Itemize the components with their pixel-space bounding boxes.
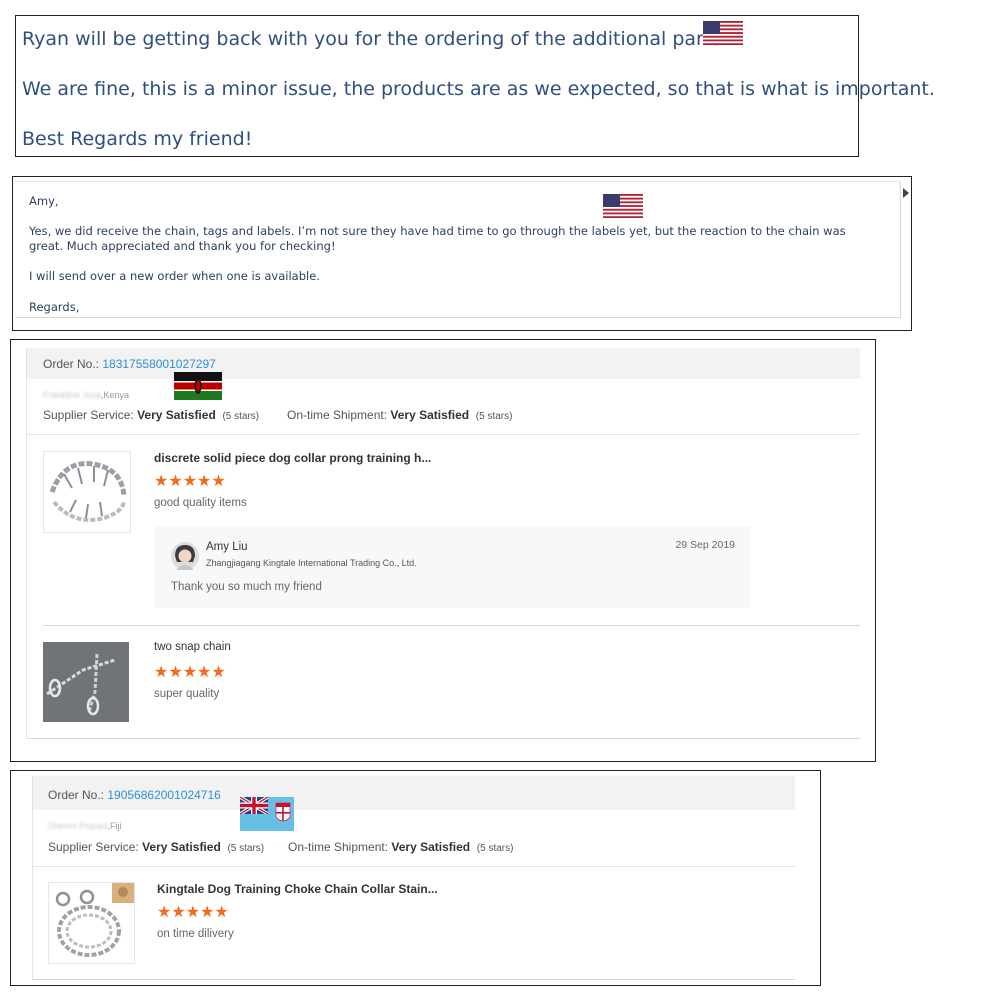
product-title[interactable]: Kingtale Dog Training Choke Chain Collar… [157, 882, 438, 896]
us-flag-icon [703, 21, 743, 45]
us-flag-icon [603, 194, 643, 218]
divider [27, 434, 860, 435]
email-line: Best Regards my friend! [22, 128, 253, 150]
shipment-rating: On-time Shipment: Very Satisfied (5 star… [287, 408, 512, 422]
reply-author: Amy Liu [206, 541, 248, 553]
value: Very Satisfied [142, 840, 221, 854]
choke-chain-image [49, 883, 134, 963]
value: Very Satisfied [137, 408, 216, 422]
order-feedback-card: Order No.: 19056862001024716 Dhenni Pras… [10, 770, 821, 986]
fiji-flag-icon [240, 797, 294, 831]
rating-stars: ★★★★★ [157, 904, 229, 921]
email-closing: Regards, [29, 300, 80, 314]
email-paragraph: great. Much appreciated and thank you fo… [29, 239, 336, 253]
buyer-name-blurred: Dhenni Prasad [48, 821, 108, 831]
value: Very Satisfied [390, 408, 470, 422]
label: Supplier Service: [43, 408, 134, 422]
order-number: Order No.: 19056862001024716 [48, 788, 221, 802]
email-paragraph: Yes, we did receive the chain, tags and … [29, 224, 846, 238]
email-line: Ryan will be getting back with you for t… [22, 28, 728, 50]
prong-collar-image [44, 452, 130, 532]
order-feedback-card: Order No.: 18317558001027297 Frankline J… [10, 339, 876, 762]
stars-text: (5 stars) [227, 843, 265, 854]
divider [33, 979, 795, 980]
email-paragraph: I will send over a new order when one is… [29, 269, 320, 283]
product-thumbnail[interactable] [48, 882, 135, 964]
order-label: Order No.: [48, 788, 105, 802]
order-number-link[interactable]: 18317558001027297 [102, 357, 215, 371]
label: Supplier Service: [48, 840, 139, 854]
order-number: Order No.: 18317558001027297 [43, 357, 216, 371]
supplier-service-rating: Supplier Service: Very Satisfied (5 star… [43, 408, 259, 422]
supplier-service-rating: Supplier Service: Very Satisfied (5 star… [48, 840, 264, 854]
buyer-country: ,Kenya [101, 390, 130, 400]
divider [26, 348, 27, 738]
order-label: Order No.: [43, 357, 100, 371]
email-snippet-2: Amy, Yes, we did receive the chain, tags… [12, 176, 912, 331]
divider [33, 866, 795, 867]
snap-chain-image [43, 642, 129, 722]
product-title[interactable]: two snap chain [154, 641, 231, 653]
label: On-time Shipment: [288, 840, 389, 854]
buyer-country: ,Fiji [107, 821, 122, 831]
stars-text: (5 stars) [475, 411, 513, 422]
shipment-rating: On-time Shipment: Very Satisfied (5 star… [288, 840, 513, 854]
review-text: good quality items [154, 497, 247, 509]
reply-company: Zhangjiagang Kingtale International Trad… [206, 558, 417, 568]
kenya-flag-icon [174, 372, 222, 400]
label: On-time Shipment: [287, 408, 388, 422]
seller-reply: Amy Liu Zhangjiagang Kingtale Internatio… [154, 526, 751, 608]
rating-stars: ★★★★★ [154, 473, 226, 490]
value: Very Satisfied [391, 840, 471, 854]
stars-text: (5 stars) [222, 411, 260, 422]
reply-message: Thank you so much my friend [171, 581, 322, 593]
avatar [171, 542, 199, 570]
email-snippet-1: Ryan will be getting back with you for t… [15, 15, 935, 157]
product-thumbnail[interactable] [43, 451, 131, 533]
review-text: super quality [154, 688, 220, 700]
review-text: on time dilivery [157, 928, 234, 940]
email-line: We are fine, this is a minor issue, the … [22, 78, 935, 100]
buyer-name: Dhenni Prasad,Fiji [48, 821, 122, 831]
stars-text: (5 stars) [476, 843, 514, 854]
product-thumbnail[interactable] [43, 642, 129, 722]
buyer-name: Frankline Jcca,Kenya [43, 390, 129, 400]
reply-date: 29 Sep 2019 [675, 539, 735, 551]
rating-stars: ★★★★★ [154, 664, 226, 681]
divider [27, 738, 860, 739]
email-greeting: Amy, [29, 194, 59, 208]
expand-arrow-icon[interactable] [903, 188, 909, 198]
divider [43, 625, 860, 626]
buyer-name-blurred: Frankline Jcca [43, 390, 102, 400]
product-title[interactable]: discrete solid piece dog collar prong tr… [154, 451, 431, 465]
order-number-link[interactable]: 19056862001024716 [107, 788, 220, 802]
